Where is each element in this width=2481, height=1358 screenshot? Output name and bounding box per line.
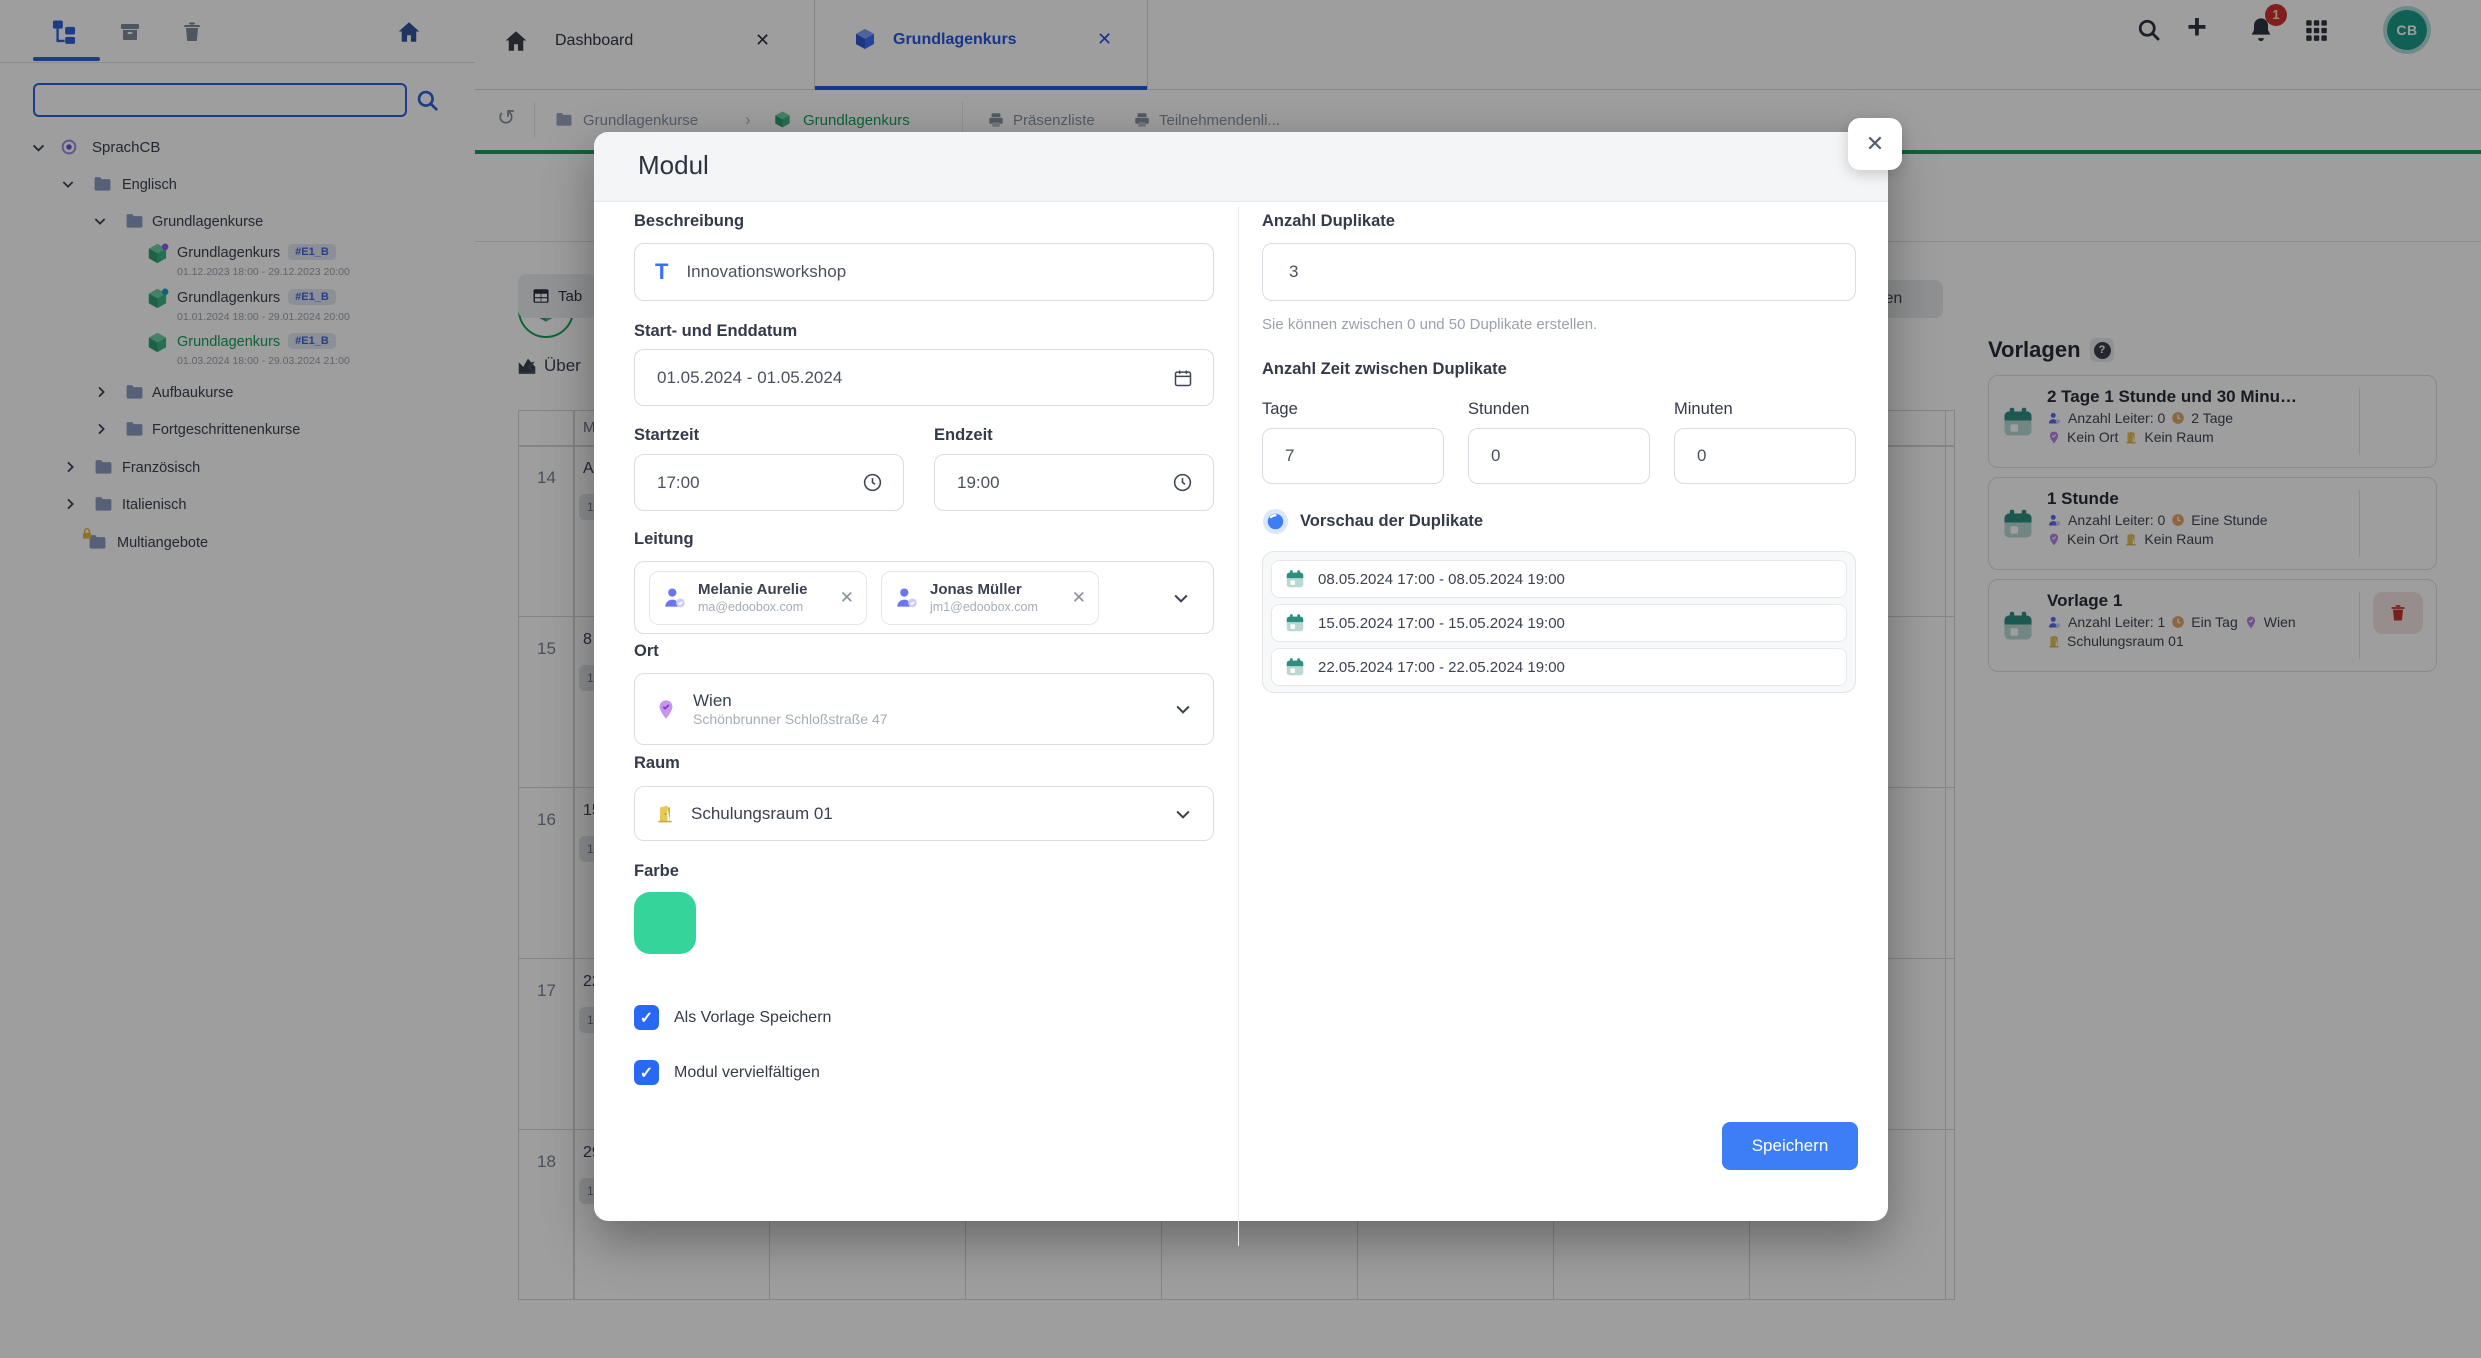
screen: SprachCB Englisch Grundlagenkurse Grundl… xyxy=(0,0,2481,1358)
calendar-teal-icon xyxy=(1284,612,1306,634)
check-icon: ✓ xyxy=(640,1063,653,1083)
ort-select[interactable]: Wien Schönbrunner Schloßstraße 47 xyxy=(634,673,1214,745)
duplikat-item: 22.05.2024 17:00 - 22.05.2024 19:00 xyxy=(1271,648,1847,686)
leitung-name: Melanie Aurelie xyxy=(698,581,807,600)
anzahl-duplikate-input[interactable] xyxy=(1287,261,1831,283)
stunden-input[interactable] xyxy=(1489,445,1629,467)
leitung-chip: Melanie Aurelie ma@edoobox.com ✕ xyxy=(649,571,867,625)
startzeit-field[interactable] xyxy=(634,454,904,511)
remove-leiter-icon[interactable]: ✕ xyxy=(1072,588,1086,608)
minuten-field[interactable] xyxy=(1674,428,1856,484)
tage-label: Tage xyxy=(1262,400,1298,419)
modal-title: Modul xyxy=(638,150,709,181)
checkbox-als-vorlage[interactable]: ✓ xyxy=(634,1005,659,1030)
duplikat-range: 08.05.2024 17:00 - 08.05.2024 19:00 xyxy=(1318,571,1565,588)
datum-label: Start- und Enddatum xyxy=(634,322,797,341)
leitung-name: Jonas Müller xyxy=(930,581,1038,600)
beschreibung-input[interactable] xyxy=(684,261,1193,283)
text-icon: T xyxy=(655,259,668,285)
eye-icon xyxy=(1262,508,1289,535)
save-button[interactable]: Speichern xyxy=(1722,1122,1858,1170)
clock-icon[interactable] xyxy=(1172,472,1193,493)
close-icon: ✕ xyxy=(1866,131,1884,157)
modal-close-button[interactable]: ✕ xyxy=(1848,118,1902,170)
duplikat-range: 15.05.2024 17:00 - 15.05.2024 19:00 xyxy=(1318,615,1565,632)
chevron-down-icon xyxy=(1173,699,1193,719)
checkbox-vervielfaeltigen-label: Modul vervielfältigen xyxy=(674,1064,820,1082)
tage-field[interactable] xyxy=(1262,428,1444,484)
modul-dialog: Modul ✕ Beschreibung T Start- und Enddat… xyxy=(594,132,1888,1221)
stunden-field[interactable] xyxy=(1468,428,1650,484)
duplikat-range: 22.05.2024 17:00 - 22.05.2024 19:00 xyxy=(1318,659,1565,676)
leitung-label: Leitung xyxy=(634,530,694,549)
remove-leiter-icon[interactable]: ✕ xyxy=(840,588,854,608)
leitung-email: jm1@edoobox.com xyxy=(930,600,1038,616)
anzahl-duplikate-label: Anzahl Duplikate xyxy=(1262,212,1395,231)
modal-header xyxy=(594,132,1888,202)
checkbox-vervielfaeltigen[interactable]: ✓ xyxy=(634,1060,659,1085)
datum-field[interactable] xyxy=(634,349,1214,406)
duplikat-item: 08.05.2024 17:00 - 08.05.2024 19:00 xyxy=(1271,560,1847,598)
leitung-email: ma@edoobox.com xyxy=(698,600,807,616)
raum-select[interactable]: Schulungsraum 01 xyxy=(634,786,1214,841)
farbe-swatch[interactable] xyxy=(634,892,696,954)
minuten-label: Minuten xyxy=(1674,400,1733,419)
pin-icon xyxy=(655,697,677,722)
calendar-teal-icon xyxy=(1284,568,1306,590)
calendar-teal-icon xyxy=(1284,656,1306,678)
beschreibung-field[interactable]: T xyxy=(634,243,1214,301)
leitung-chip-text: Jonas Müller jm1@edoobox.com xyxy=(930,581,1038,615)
anzahl-duplikate-field[interactable] xyxy=(1262,243,1856,301)
zeit-zwischen-label: Anzahl Zeit zwischen Duplikate xyxy=(1262,360,1507,379)
leitung-field[interactable]: Melanie Aurelie ma@edoobox.com ✕ Jonas M… xyxy=(634,561,1214,634)
farbe-label: Farbe xyxy=(634,862,679,881)
duplikate-list: 08.05.2024 17:00 - 08.05.2024 19:00 15.0… xyxy=(1262,551,1856,693)
endzeit-label: Endzeit xyxy=(934,426,993,445)
startzeit-input[interactable] xyxy=(655,472,850,494)
raum-label: Raum xyxy=(634,754,680,773)
endzeit-field[interactable] xyxy=(934,454,1214,511)
ort-sub: Schönbrunner Schloßstraße 47 xyxy=(693,711,888,727)
chevron-down-icon[interactable] xyxy=(1171,588,1191,608)
minuten-input[interactable] xyxy=(1695,445,1835,467)
ort-value: Wien xyxy=(693,691,888,711)
beschreibung-label: Beschreibung xyxy=(634,212,744,231)
checkbox-als-vorlage-label: Als Vorlage Speichern xyxy=(674,1009,831,1027)
datum-input[interactable] xyxy=(655,367,1161,389)
clock-icon[interactable] xyxy=(862,472,883,493)
endzeit-input[interactable] xyxy=(955,472,1160,494)
ort-select-text: Wien Schönbrunner Schloßstraße 47 xyxy=(693,691,888,727)
check-icon: ✓ xyxy=(640,1008,653,1028)
leitung-chip: Jonas Müller jm1@edoobox.com ✕ xyxy=(881,571,1099,625)
tage-input[interactable] xyxy=(1283,445,1423,467)
raum-value: Schulungsraum 01 xyxy=(691,804,833,824)
person-shield-icon xyxy=(894,585,920,611)
calendar-icon[interactable] xyxy=(1173,368,1193,388)
column-divider xyxy=(1238,206,1239,1246)
anzahl-duplikate-hint: Sie können zwischen 0 und 50 Duplikate e… xyxy=(1262,316,1597,333)
stunden-label: Stunden xyxy=(1468,400,1529,419)
door-icon xyxy=(655,803,675,825)
ort-label: Ort xyxy=(634,642,659,661)
leitung-chip-text: Melanie Aurelie ma@edoobox.com xyxy=(698,581,807,615)
chevron-down-icon xyxy=(1173,804,1193,824)
startzeit-label: Startzeit xyxy=(634,426,699,445)
duplikat-item: 15.05.2024 17:00 - 15.05.2024 19:00 xyxy=(1271,604,1847,642)
vorschau-label: Vorschau der Duplikate xyxy=(1300,512,1483,531)
person-shield-icon xyxy=(662,585,688,611)
